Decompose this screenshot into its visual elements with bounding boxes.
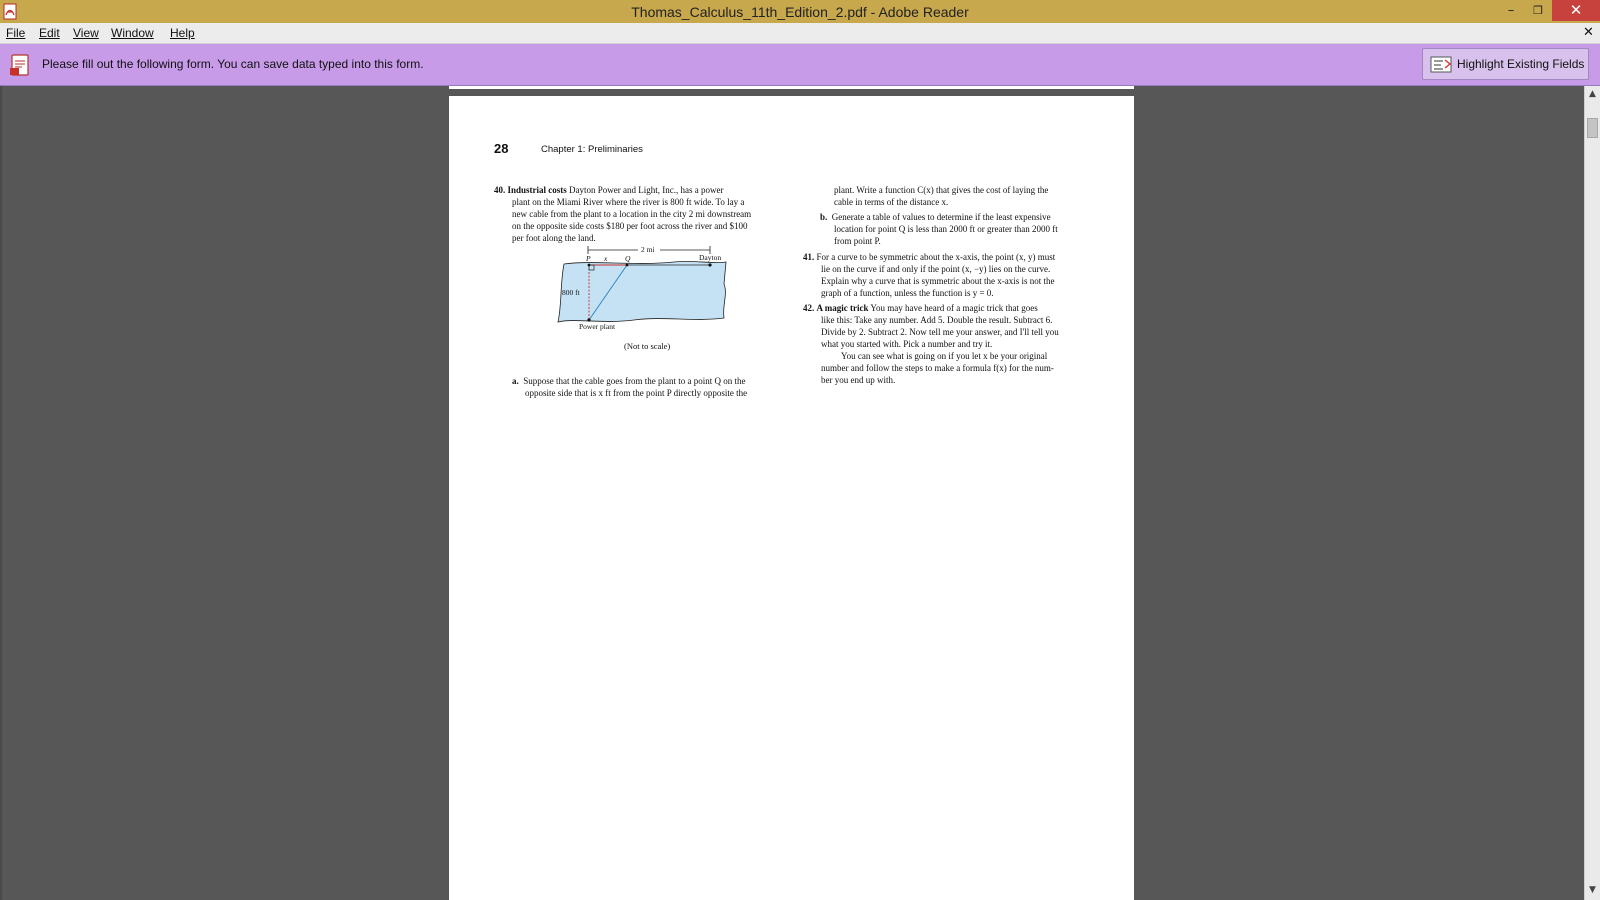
scroll-down-arrow[interactable]: ▼ — [1585, 882, 1600, 898]
menu-file[interactable]: File — [6, 23, 25, 43]
part-b-line-2: location for point Q is less than 2000 f… — [834, 224, 1058, 234]
label-x: x — [603, 254, 608, 263]
exercise-41-line-4: graph of a function, unless the function… — [821, 288, 994, 298]
point-q — [625, 263, 629, 267]
exercise-40-line-5: per foot along the land. — [512, 233, 596, 243]
close-document-button[interactable]: ✕ — [1583, 23, 1594, 43]
exercise-42-line-2: like this: Take any number. Add 5. Doubl… — [821, 315, 1053, 325]
page-number: 28 — [494, 141, 509, 156]
point-p — [587, 263, 591, 267]
highlight-existing-fields-label: Highlight Existing Fields — [1457, 57, 1585, 71]
exercise-42-line-1: 42. A magic trick You may have heard of … — [803, 302, 1038, 314]
exercise-42-line-3: Divide by 2. Subtract 2. Now tell me you… — [821, 327, 1059, 337]
river-cable-diagram: 2 mi P x Q Dayton 800 ft Power plant — [557, 245, 727, 331]
part-a-continued-line-2: cable in terms of the distance x. — [834, 197, 949, 207]
part-a-line-2: opposite side that is x ft from the poin… — [525, 388, 748, 398]
label-800-ft: 800 ft — [562, 288, 581, 297]
exercise-40-title: Industrial costs — [507, 185, 567, 195]
part-a-line-1: a. Suppose that the cable goes from the … — [512, 375, 745, 387]
part-b-line-3: from point P. — [834, 236, 881, 246]
menu-view[interactable]: View — [73, 23, 99, 43]
restore-button[interactable]: ❐ — [1524, 0, 1552, 21]
exercise-42-line-7: ber you end up with. — [821, 375, 896, 385]
title-bar: Thomas_Calculus_11th_Edition_2.pdf - Ado… — [0, 0, 1600, 23]
chapter-heading: Chapter 1: Preliminaries — [541, 144, 643, 155]
label-dayton: Dayton — [699, 253, 721, 262]
part-a-text-1: Suppose that the cable goes from the pla… — [523, 376, 746, 386]
menu-edit[interactable]: Edit — [39, 23, 60, 43]
menu-view-label: View — [73, 26, 99, 40]
form-notification-message: Please fill out the following form. You … — [42, 57, 424, 71]
river-shape — [557, 261, 727, 323]
highlight-fields-icon — [1430, 56, 1452, 73]
scroll-up-arrow[interactable]: ▲ — [1585, 86, 1600, 102]
exercise-42-title: A magic trick — [816, 303, 869, 313]
exercise-42-number: 42. — [803, 303, 815, 313]
part-b-line-1: b. Generate a table of values to determi… — [820, 211, 1051, 223]
exercise-40-line-1: 40. Industrial costs Dayton Power and Li… — [494, 184, 723, 196]
menu-help[interactable]: Help — [170, 23, 195, 43]
point-dayton — [708, 263, 712, 267]
window-title: Thomas_Calculus_11th_Edition_2.pdf - Ado… — [631, 4, 969, 20]
exercise-40-number: 40. — [494, 185, 506, 195]
exercise-40-line-2: plant on the Miami River where the river… — [512, 197, 745, 207]
viewport-left-edge — [0, 86, 2, 900]
menu-bar: File Edit View Window Help ✕ — [0, 23, 1600, 44]
exercise-41-text-1: For a curve to be symmetric about the x-… — [816, 252, 1056, 262]
menu-window[interactable]: Window — [111, 23, 154, 43]
form-notification-bar: Please fill out the following form. You … — [0, 44, 1600, 86]
exercise-41-number: 41. — [803, 252, 815, 262]
part-b-text-1: Generate a table of values to determine … — [831, 212, 1051, 222]
exercise-41-line-2: lie on the curve if and only if the poin… — [821, 264, 1051, 274]
close-window-button[interactable]: ✕ — [1552, 0, 1600, 21]
part-a-label: a. — [512, 376, 519, 386]
menu-edit-label: Edit — [39, 26, 60, 40]
exercise-41-line-3: Explain why a curve that is symmetric ab… — [821, 276, 1055, 286]
exercise-40-text: Dayton Power and Light, Inc., has a powe… — [569, 185, 724, 195]
vertical-scrollbar[interactable]: ▲ ▼ — [1584, 86, 1600, 900]
form-document-icon — [10, 54, 29, 76]
scroll-thumb[interactable] — [1587, 118, 1598, 138]
exercise-42-text-1: You may have heard of a magic trick that… — [870, 303, 1038, 313]
label-power-plant: Power plant — [579, 322, 616, 331]
figure-caption: (Not to scale) — [624, 341, 671, 351]
exercise-40-line-3: new cable from the plant to a location i… — [512, 209, 752, 219]
document-viewport[interactable]: 28 Chapter 1: Preliminaries 40. Industri… — [0, 86, 1584, 900]
label-q: Q — [625, 254, 631, 263]
part-a-continued-line-1: plant. Write a function C(x) that gives … — [834, 185, 1049, 195]
minimize-button[interactable]: – — [1497, 0, 1525, 21]
menu-file-label: File — [6, 26, 26, 40]
highlight-existing-fields-button[interactable]: Highlight Existing Fields — [1422, 48, 1589, 80]
menu-help-label: Help — [170, 26, 195, 40]
exercise-40-line-4: on the opposite side costs $180 per foot… — [512, 221, 748, 231]
exercise-42-line-6: number and follow the steps to make a fo… — [821, 363, 1054, 373]
part-b-label: b. — [820, 212, 828, 222]
menu-window-label: Window — [111, 26, 154, 40]
exercise-41-line-1: 41. For a curve to be symmetric about th… — [803, 251, 1055, 263]
exercise-42-line-4: what you started with. Pick a number and… — [821, 339, 993, 349]
label-2-mi: 2 mi — [641, 245, 655, 254]
label-p: P — [585, 254, 591, 263]
pdf-page: 28 Chapter 1: Preliminaries 40. Industri… — [449, 96, 1134, 900]
exercise-42-line-5: You can see what is going on if you let … — [841, 351, 1048, 361]
previous-page-bottom-edge — [449, 86, 1134, 89]
